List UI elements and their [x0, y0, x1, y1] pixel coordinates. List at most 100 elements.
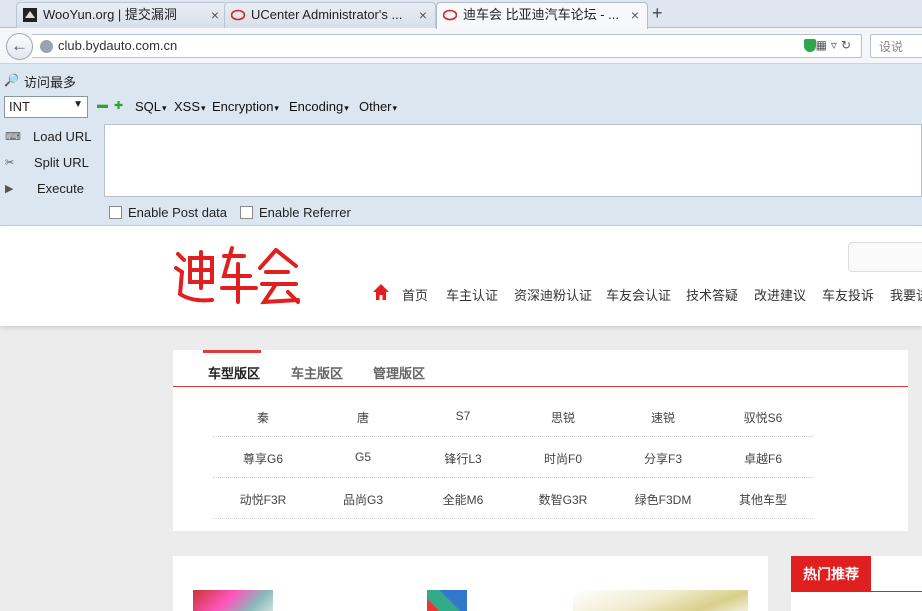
tab-owner-section[interactable]: 车主版区: [291, 363, 343, 382]
active-tab-indicator: [203, 350, 261, 353]
model-link[interactable]: 绿色F3DM: [613, 491, 713, 508]
nav-item-club-cert[interactable]: 车友会认证: [606, 285, 671, 304]
menu-xss[interactable]: XSS: [174, 99, 206, 114]
load-url-label: Load URL: [33, 129, 92, 144]
enable-post-checkbox[interactable]: Enable Post data: [109, 205, 227, 220]
url-text: club.bydauto.com.cn: [58, 38, 178, 53]
model-link[interactable]: 卓越F6: [713, 450, 813, 467]
forum-section-panel: 车型版区 车主版区 管理版区 秦 唐 S7 思锐 速锐 驭悦S6 尊享G6 G5…: [173, 350, 908, 531]
url-bar[interactable]: club.bydauto.com.cn ▦▿↻: [32, 34, 862, 58]
checkbox-box[interactable]: [109, 206, 122, 219]
split-url-label: Split URL: [34, 155, 89, 170]
banner-image[interactable]: [193, 590, 273, 611]
tab-title: 迪车会 比亚迪汽车论坛 - ...: [463, 7, 620, 22]
type-select-value: INT: [9, 99, 30, 114]
nav-item-fan-cert[interactable]: 资深迪粉认证: [514, 285, 592, 304]
model-link[interactable]: 速锐: [613, 409, 713, 426]
model-link[interactable]: S7: [413, 409, 513, 423]
plus-icon[interactable]: ✚: [114, 99, 123, 112]
model-link[interactable]: 其他车型: [713, 491, 813, 508]
search-input[interactable]: 设说: [870, 34, 922, 58]
site-search-input[interactable]: [848, 242, 922, 272]
scissors-icon: ✂: [5, 157, 15, 169]
tab-title: WooYun.org | 提交漏洞: [43, 7, 177, 22]
checkbox-box[interactable]: [240, 206, 253, 219]
nav-item-complaints[interactable]: 车友投诉: [822, 285, 874, 304]
nav-item-suggestions[interactable]: 改进建议: [754, 285, 806, 304]
model-link[interactable]: 品尚G3: [313, 491, 413, 508]
tab-admin-section[interactable]: 管理版区: [373, 363, 425, 382]
reload-icon[interactable]: ↻: [841, 38, 855, 52]
model-link[interactable]: 数智G3R: [513, 491, 613, 508]
dropdown-arrow-icon[interactable]: ▿: [831, 38, 841, 52]
model-link[interactable]: G5: [313, 450, 413, 464]
hot-recommend-box: 热门推荐: [791, 556, 922, 611]
model-row: 秦 唐 S7 思锐 速锐 驭悦S6: [213, 397, 813, 437]
model-link[interactable]: 全能M6: [413, 491, 513, 508]
bookmarks-toolbar: 🔎 访问最多: [0, 64, 922, 94]
nav-item-owner-cert[interactable]: 车主认证: [446, 285, 498, 304]
enable-post-label: Enable Post data: [128, 205, 228, 220]
tab-title: UCenter Administrator's ...: [251, 7, 403, 22]
enable-referrer-label: Enable Referrer: [259, 205, 351, 220]
banner-image[interactable]: [427, 590, 467, 611]
globe-icon: [40, 40, 53, 53]
menu-other[interactable]: Other: [359, 99, 397, 114]
byd-favicon-icon: [443, 9, 457, 21]
bookmark-most-visited[interactable]: 访问最多: [24, 72, 76, 91]
close-icon[interactable]: ×: [631, 3, 639, 27]
model-link[interactable]: 尊享G6: [213, 450, 313, 467]
back-button[interactable]: ←: [6, 33, 33, 60]
model-link[interactable]: 唐: [313, 409, 413, 426]
qr-code-icon[interactable]: ▦: [816, 38, 831, 52]
model-link[interactable]: 分享F3: [613, 450, 713, 467]
browser-tab-bar: WooYun.org | 提交漏洞 × UCenter Administrato…: [0, 0, 922, 29]
back-arrow-icon: ←: [11, 36, 28, 55]
tab-car-models[interactable]: 车型版区: [208, 363, 260, 382]
home-icon[interactable]: [372, 283, 390, 301]
model-link[interactable]: 思锐: [513, 409, 613, 426]
tab-bydauto[interactable]: 迪车会 比亚迪汽车论坛 - ... ×: [436, 2, 648, 29]
url-textarea[interactable]: [104, 124, 922, 197]
nav-item-tech-qa[interactable]: 技术答疑: [686, 285, 738, 304]
section-tabs: 车型版区 车主版区 管理版区: [173, 350, 908, 387]
security-shield-icon[interactable]: [803, 39, 816, 53]
nav-item-more[interactable]: 我要该: [890, 285, 922, 304]
minus-icon[interactable]: ▬: [97, 99, 108, 111]
hackbar-panel: INT ▼ ▬ ✚ SQL XSS Encryption Encoding Ot…: [0, 94, 922, 226]
menu-sql[interactable]: SQL: [135, 99, 167, 114]
chevron-down-icon: ▼: [73, 99, 83, 110]
bookmark-folder-icon: 🔎: [4, 73, 19, 87]
model-link[interactable]: 秦: [213, 409, 313, 426]
model-link[interactable]: 锋行L3: [413, 450, 513, 467]
divider: [791, 591, 922, 592]
site-logo[interactable]: [172, 242, 308, 308]
featured-banner: [173, 556, 768, 611]
model-link[interactable]: 驭悦S6: [713, 409, 813, 426]
execute-button[interactable]: ▶ Execute: [0, 179, 100, 201]
navigation-bar: club.bydauto.com.cn ▦▿↻ ← 设说: [0, 28, 922, 64]
model-link[interactable]: 动悦F3R: [213, 491, 313, 508]
tab-ucenter[interactable]: UCenter Administrator's ... ×: [224, 2, 436, 28]
enable-referrer-checkbox[interactable]: Enable Referrer: [240, 205, 351, 220]
tab-wooyun[interactable]: WooYun.org | 提交漏洞 ×: [16, 2, 228, 28]
load-url-icon: ⌨: [5, 131, 21, 143]
model-row: 尊享G6 G5 锋行L3 时尚F0 分享F3 卓越F6: [213, 438, 813, 478]
load-url-button[interactable]: ⌨ Load URL: [0, 127, 100, 149]
menu-encryption[interactable]: Encryption: [212, 99, 279, 114]
close-icon[interactable]: ×: [211, 3, 219, 27]
model-link[interactable]: 时尚F0: [513, 450, 613, 467]
nav-item-home[interactable]: 首页: [402, 285, 428, 304]
banner-image[interactable]: [573, 590, 748, 611]
new-tab-button[interactable]: +: [652, 3, 663, 23]
split-url-button[interactable]: ✂ Split URL: [0, 153, 100, 175]
type-select[interactable]: INT ▼: [4, 96, 88, 118]
wooyun-favicon-icon: [23, 8, 37, 22]
close-icon[interactable]: ×: [419, 3, 427, 27]
model-row: 动悦F3R 品尚G3 全能M6 数智G3R 绿色F3DM 其他车型: [213, 479, 813, 519]
hot-recommend-title: 热门推荐: [791, 556, 871, 592]
menu-encoding[interactable]: Encoding: [289, 99, 349, 114]
execute-label: Execute: [37, 181, 84, 196]
byd-favicon-icon: [231, 9, 245, 21]
site-header: 首页 车主认证 资深迪粉认证 车友会认证 技术答疑 改进建议 车友投诉 我要该: [0, 226, 922, 326]
